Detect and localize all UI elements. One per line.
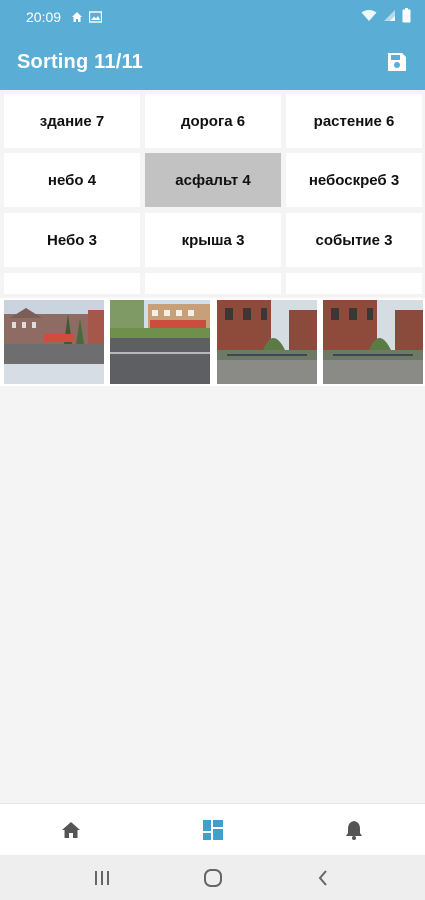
- system-back-button[interactable]: [308, 865, 338, 891]
- tag-label: Небо 3: [47, 231, 97, 249]
- tag-label: асфальт 4: [175, 171, 251, 189]
- system-navigation: [0, 855, 425, 900]
- nav-notifications-button[interactable]: [340, 816, 368, 844]
- tag-button[interactable]: крыша 3: [145, 213, 281, 267]
- tag-label: растение 6: [313, 112, 395, 130]
- home-icon: [62, 822, 80, 838]
- bell-icon: [346, 821, 362, 840]
- tag-button[interactable]: небоскреб 3: [286, 153, 422, 207]
- photo-thumbnail[interactable]: [110, 300, 210, 384]
- photo-thumbnail[interactable]: [217, 300, 317, 384]
- image-icon: [89, 11, 103, 23]
- signal-icon: [383, 9, 396, 25]
- street-square-photo: [4, 300, 104, 384]
- photo-thumbnail[interactable]: [323, 300, 423, 384]
- home-icon: [71, 11, 83, 23]
- tag-button[interactable]: [286, 273, 422, 294]
- road-buildings-photo: [110, 300, 210, 384]
- tag-button[interactable]: растение 6: [286, 94, 422, 148]
- status-time: 20:09: [26, 9, 62, 25]
- tag-button-selected[interactable]: асфальт 4: [145, 153, 281, 207]
- app-bar: Sorting 11/11: [0, 34, 425, 90]
- nav-dashboard-button[interactable]: [199, 816, 227, 844]
- tag-label: небо 4: [47, 171, 97, 189]
- tag-button[interactable]: Небо 3: [4, 213, 140, 267]
- tag-label: здание 7: [39, 112, 105, 130]
- recent-apps-button[interactable]: [87, 865, 117, 891]
- battery-icon: [402, 8, 411, 26]
- tag-button[interactable]: событие 3: [286, 213, 422, 267]
- tag-label: крыша 3: [181, 231, 245, 249]
- system-home-button[interactable]: [198, 865, 228, 891]
- photo-strip: [0, 298, 425, 386]
- tag-button[interactable]: здание 7: [4, 94, 140, 148]
- page-title: Sorting 11/11: [17, 50, 143, 73]
- tag-button[interactable]: дорога 6: [145, 94, 281, 148]
- tag-button[interactable]: [4, 273, 140, 294]
- back-icon: [318, 870, 327, 886]
- status-bar: 20:09: [0, 0, 425, 34]
- home-circle-icon: [204, 869, 222, 887]
- tag-label: дорога 6: [180, 112, 246, 130]
- wifi-icon: [361, 9, 377, 25]
- tag-button[interactable]: [145, 273, 281, 294]
- brick-building-yard-photo: [217, 300, 317, 384]
- recent-apps-icon: [95, 871, 109, 885]
- tag-grid: здание 7 дорога 6 растение 6 небо 4 асфа…: [0, 90, 425, 294]
- bottom-navigation: [0, 803, 425, 855]
- save-icon[interactable]: [383, 48, 411, 76]
- dashboard-icon: [203, 820, 223, 840]
- tag-button[interactable]: небо 4: [4, 153, 140, 207]
- nav-home-button[interactable]: [57, 816, 85, 844]
- brick-building-yard-photo-2: [323, 300, 423, 384]
- tag-label: событие 3: [315, 231, 393, 249]
- photo-thumbnail[interactable]: [4, 300, 104, 384]
- tag-label: небоскреб 3: [308, 171, 400, 189]
